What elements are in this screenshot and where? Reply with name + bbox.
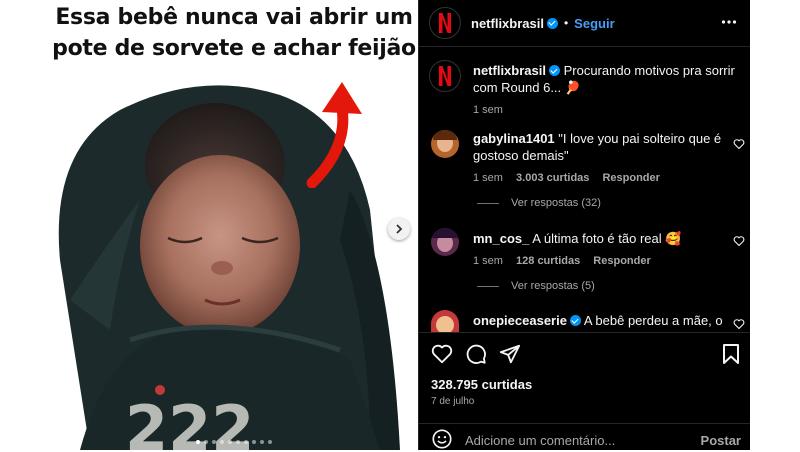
comment-username[interactable]: gabylina1401 bbox=[473, 131, 555, 146]
like-comment-heart-icon[interactable] bbox=[733, 318, 745, 330]
comment-bubble-icon[interactable] bbox=[465, 343, 487, 365]
carousel-dot[interactable] bbox=[236, 440, 240, 444]
baby-photo: 222 bbox=[58, 85, 400, 450]
carousel-dot[interactable] bbox=[244, 440, 248, 444]
post-media: 222 Essa bebê nunca vai abrir um pote de… bbox=[50, 0, 418, 450]
verified-badge-icon bbox=[548, 65, 560, 76]
comment-item: onepieceaserie A bebê perdeu a mãe, o bbox=[473, 312, 723, 332]
view-replies-button[interactable]: Ver respostas (32) bbox=[477, 197, 601, 209]
reply-button[interactable]: Responder bbox=[602, 172, 659, 184]
comment-item: gabylina1401 "I love you pai solteiro qu… bbox=[473, 130, 723, 184]
chevron-right-icon bbox=[396, 224, 403, 234]
separator: • bbox=[563, 16, 569, 30]
carousel-dot[interactable] bbox=[228, 440, 232, 444]
action-bar: 328.795 curtidas 7 de julho Adicione um … bbox=[419, 332, 751, 451]
carousel-dot[interactable] bbox=[268, 440, 272, 444]
avatar[interactable] bbox=[431, 310, 459, 332]
comment-text: A bebê perdeu a mãe, o bbox=[583, 313, 723, 328]
netflix-logo-icon bbox=[439, 66, 451, 86]
carousel-dot[interactable] bbox=[260, 440, 264, 444]
comment-likes[interactable]: 3.003 curtidas bbox=[516, 172, 589, 184]
comment-item: mn_cos_ A última foto é tão real 🥰 1 sem… bbox=[473, 230, 723, 267]
avatar[interactable] bbox=[431, 130, 459, 158]
share-send-icon[interactable] bbox=[499, 343, 521, 365]
reply-button[interactable]: Responder bbox=[593, 255, 650, 267]
view-replies-label[interactable]: Ver respostas (5) bbox=[511, 280, 595, 292]
post-panel: netflixbrasil • Seguir netflixbrasil Pro… bbox=[418, 0, 751, 450]
carousel-dot[interactable] bbox=[252, 440, 256, 444]
like-heart-icon[interactable] bbox=[431, 343, 453, 365]
meme-caption: Essa bebê nunca vai abrir um pote de sor… bbox=[50, 2, 418, 64]
avatar[interactable] bbox=[429, 7, 461, 39]
post-header: netflixbrasil • Seguir bbox=[419, 0, 751, 47]
emoji-icon[interactable] bbox=[431, 428, 453, 450]
carousel-dots bbox=[50, 440, 418, 444]
red-curved-arrow-icon bbox=[306, 82, 362, 188]
comment-likes[interactable]: 128 curtidas bbox=[516, 255, 580, 267]
caption-time: 1 sem bbox=[473, 104, 503, 116]
bookmark-icon[interactable] bbox=[721, 343, 741, 365]
caption-username[interactable]: netflixbrasil bbox=[473, 63, 546, 78]
likes-count[interactable]: 328.795 curtidas bbox=[431, 377, 532, 392]
verified-badge-icon bbox=[569, 315, 581, 326]
post-caption: netflixbrasil Procurando motivos pra sor… bbox=[473, 62, 743, 116]
post-comment-button[interactable]: Postar bbox=[701, 433, 741, 448]
verified-badge-icon bbox=[546, 17, 558, 29]
carousel-dot[interactable] bbox=[220, 440, 224, 444]
carousel-next-button[interactable] bbox=[388, 218, 410, 240]
carousel-dot[interactable] bbox=[204, 440, 208, 444]
caption-avatar[interactable] bbox=[429, 60, 461, 92]
comment-username[interactable]: onepieceaserie bbox=[473, 313, 567, 328]
ellipsis-icon[interactable] bbox=[721, 14, 737, 30]
view-replies-label[interactable]: Ver respostas (32) bbox=[511, 197, 601, 209]
like-comment-heart-icon[interactable] bbox=[733, 235, 745, 247]
comment-time: 1 sem bbox=[473, 255, 503, 267]
avatar[interactable] bbox=[431, 228, 459, 256]
carousel-dot[interactable] bbox=[212, 440, 216, 444]
post-date: 7 de julho bbox=[431, 396, 475, 407]
comment-input[interactable]: Adicione um comentário... bbox=[465, 433, 615, 448]
like-comment-heart-icon[interactable] bbox=[733, 138, 745, 150]
comment-text: A última foto é tão real 🥰 bbox=[532, 231, 682, 246]
netflix-logo-icon bbox=[439, 13, 451, 33]
comment-username[interactable]: mn_cos_ bbox=[473, 231, 529, 246]
carousel-dot[interactable] bbox=[196, 440, 200, 444]
follow-button[interactable]: Seguir bbox=[574, 16, 614, 31]
header-username[interactable]: netflixbrasil bbox=[471, 16, 544, 31]
comment-time: 1 sem bbox=[473, 172, 503, 184]
meme-caption-line-1: Essa bebê nunca vai abrir um bbox=[55, 5, 413, 30]
page-margin bbox=[750, 0, 800, 450]
meme-caption-line-2: pote de sorvete e achar feijão bbox=[52, 36, 416, 61]
view-replies-button[interactable]: Ver respostas (5) bbox=[477, 280, 595, 292]
add-comment-row: Adicione um comentário... Postar bbox=[419, 423, 751, 452]
